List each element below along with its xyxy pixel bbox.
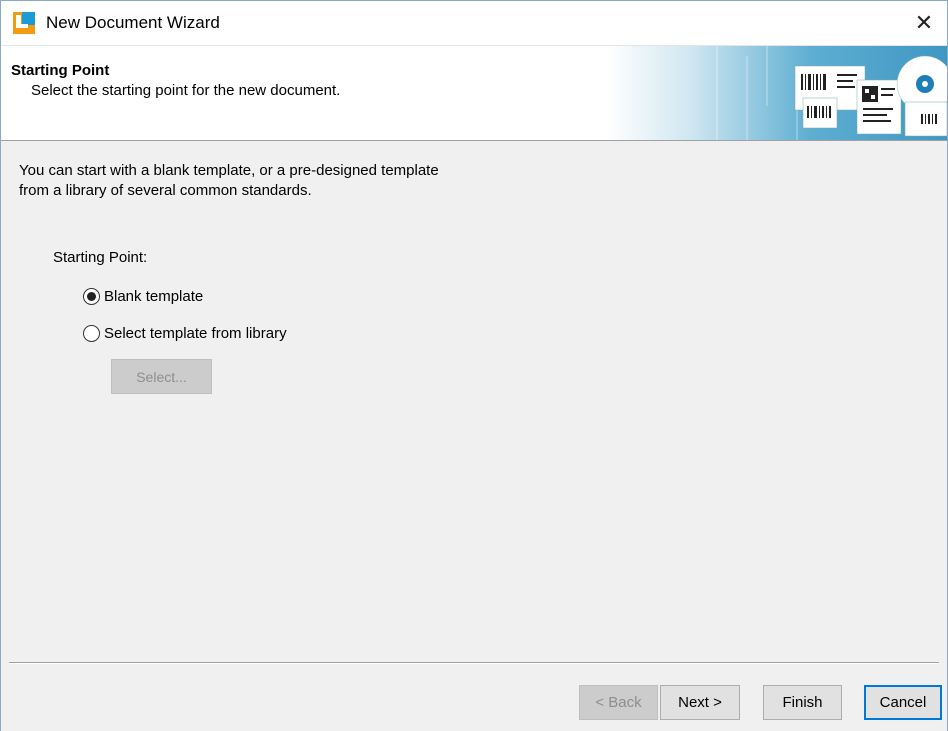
select-template-button[interactable]: Select... [111,359,212,394]
starting-point-label: Starting Point: [53,249,148,266]
title-bar[interactable]: New Document Wizard ✕ [1,1,947,45]
app-logo-icon [13,12,35,34]
window-title: New Document Wizard [46,13,220,32]
finish-button[interactable]: Finish [763,685,842,720]
wizard-window: New Document Wizard ✕ Starting Point Sel… [0,0,948,731]
cancel-button[interactable]: Cancel [864,685,942,720]
library-template-option[interactable]: Select template from library [83,325,287,342]
back-button[interactable]: < Back [579,685,658,720]
wizard-content: You can start with a blank template, or … [1,141,947,661]
page-title: Starting Point [11,62,110,79]
wizard-header: Starting Point Select the starting point… [1,45,947,141]
close-icon: ✕ [914,10,934,35]
intro-text: You can start with a blank template, or … [19,162,439,199]
blank-template-option[interactable]: Blank template [83,288,203,305]
blank-template-radio[interactable] [83,288,100,305]
library-template-label: Select template from library [104,325,287,342]
next-button[interactable]: Next > [660,685,740,720]
close-button[interactable]: ✕ [901,1,947,45]
library-template-radio[interactable] [83,325,100,342]
blank-template-label: Blank template [104,288,204,305]
barcode-labels-banner [607,46,947,140]
page-subtitle: Select the starting point for the new do… [31,82,341,99]
wizard-footer: < Back Next > Finish Cancel [1,664,947,731]
